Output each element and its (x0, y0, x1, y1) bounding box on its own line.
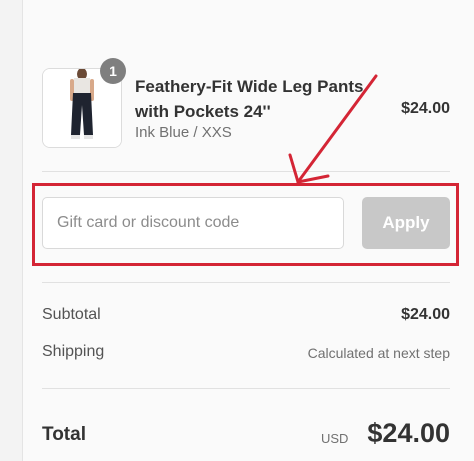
subtotal-value: $24.00 (401, 306, 450, 323)
divider (42, 171, 450, 172)
total-label: Total (42, 424, 86, 445)
quantity-badge: 1 (100, 58, 126, 84)
currency-code: USD (321, 431, 349, 446)
shipping-value: Calculated at next step (307, 345, 450, 361)
divider (42, 388, 450, 389)
subtotal-label: Subtotal (42, 306, 101, 323)
order-summary-panel: 1 Feathery-Fit Wide Leg Pants with Pocke… (0, 0, 474, 461)
annotation-highlight-box (32, 183, 459, 266)
line-item-price: $24.00 (401, 100, 450, 117)
product-name: Feathery-Fit Wide Leg Pants with Pockets… (135, 77, 364, 121)
shipping-label: Shipping (42, 343, 105, 360)
left-edge-strip (0, 0, 23, 461)
divider (42, 282, 450, 283)
total-amount: $24.00 (367, 418, 450, 448)
product-variant: Ink Blue / XXS (135, 124, 232, 141)
